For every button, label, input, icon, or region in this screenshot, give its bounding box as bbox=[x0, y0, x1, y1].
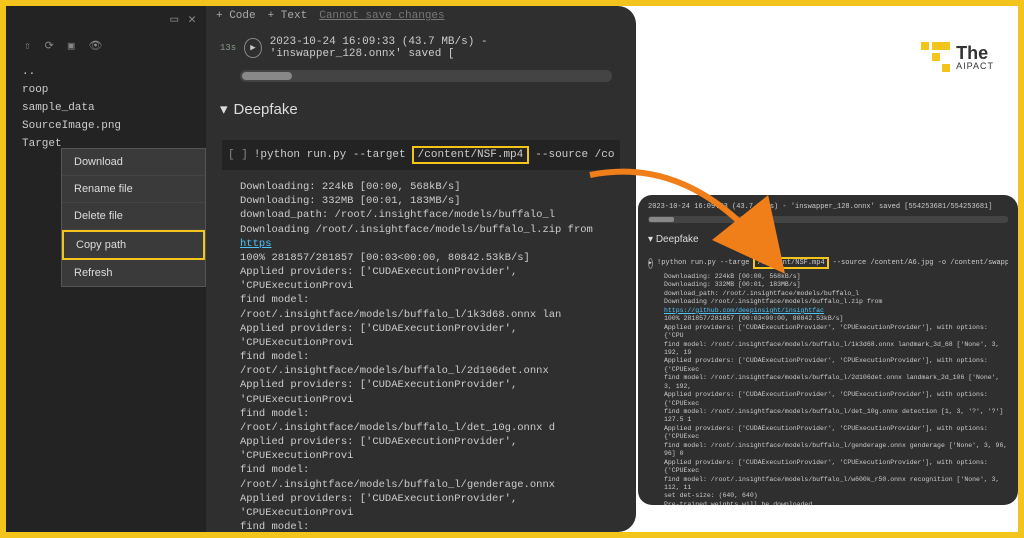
cell-code-post: --source /con... bbox=[535, 149, 614, 161]
menu-copy-path[interactable]: Copy path bbox=[62, 230, 205, 260]
menu-download[interactable]: Download bbox=[62, 149, 205, 176]
mini-section-title: ▾ Deepfake bbox=[648, 226, 1008, 253]
section-header: ▾ Deepfake bbox=[210, 86, 632, 132]
tree-item[interactable]: SourceImage.png bbox=[6, 117, 206, 135]
mini-code-pre: !python run.py --targe bbox=[657, 259, 749, 267]
cell-code-pre: !python run.py --target bbox=[254, 149, 406, 161]
file-tree: .. roop sample_data SourceImage.png Targ… bbox=[6, 59, 206, 157]
upload-icon[interactable]: ⇧ bbox=[24, 39, 31, 53]
mini-path-highlight: /content/NSF.mp4 bbox=[753, 257, 828, 269]
scrollbar[interactable] bbox=[240, 70, 612, 82]
minimize-icon[interactable]: ▭ bbox=[170, 12, 178, 27]
tree-item[interactable]: sample_data bbox=[6, 99, 206, 117]
mini-play-button[interactable]: ▶ bbox=[648, 258, 653, 269]
add-text-button[interactable]: + Text bbox=[268, 10, 308, 22]
mini-notebook-panel: 2023-10-24 16:09:33 (43.7 MB/s) - 'inswa… bbox=[638, 195, 1018, 505]
add-code-button[interactable]: + Code bbox=[216, 10, 256, 22]
run-status-text: 2023-10-24 16:09:33 (43.7 MB/s) - 'inswa… bbox=[270, 36, 622, 60]
mini-scrollbar[interactable] bbox=[648, 216, 1008, 223]
cell-indicator: [ ] bbox=[228, 149, 248, 161]
cell-output: Downloading: 224kB [00:00, 568kB/s]Downl… bbox=[210, 178, 632, 532]
mini-output: Downloading: 224kB [00:00, 568kB/s]Downl… bbox=[648, 273, 1008, 505]
mini-code-post: --source /content/A6.jpg -o /content/swa… bbox=[833, 259, 1008, 267]
eye-off-icon[interactable]: 👁 bbox=[88, 39, 102, 53]
section-title-text: Deepfake bbox=[234, 101, 298, 118]
logo: The AIPACT bbox=[921, 42, 994, 72]
refresh-icon[interactable]: ⟳ bbox=[45, 39, 54, 53]
mini-code-cell[interactable]: ▶ !python run.py --targe /content/NSF.mp… bbox=[648, 253, 1008, 273]
run-time: 13s bbox=[220, 43, 236, 53]
file-sidebar: ▭ ✕ ⇧ ⟳ ▣ 👁 .. roop sample_data SourceIm… bbox=[6, 6, 206, 532]
menu-rename[interactable]: Rename file bbox=[62, 176, 205, 203]
play-button[interactable]: ▶ bbox=[244, 38, 262, 58]
logo-text: The bbox=[956, 44, 994, 62]
mini-status: 2023-10-24 16:09:33 (43.7 MB/s) - 'inswa… bbox=[648, 201, 1008, 213]
tree-item[interactable]: .. bbox=[6, 63, 206, 81]
chevron-down-icon[interactable]: ▾ bbox=[220, 100, 228, 118]
mount-drive-icon[interactable]: ▣ bbox=[68, 39, 75, 53]
save-status: Cannot save changes bbox=[319, 10, 444, 22]
file-context-menu: Download Rename file Delete file Copy pa… bbox=[61, 148, 206, 287]
close-icon[interactable]: ✕ bbox=[188, 12, 196, 27]
logo-subtext: AIPACT bbox=[956, 62, 994, 71]
main-notebook-panel: ▭ ✕ ⇧ ⟳ ▣ 👁 .. roop sample_data SourceIm… bbox=[6, 6, 636, 532]
menu-refresh[interactable]: Refresh bbox=[62, 260, 205, 286]
menu-delete[interactable]: Delete file bbox=[62, 203, 205, 230]
logo-icon bbox=[921, 42, 950, 72]
code-cell[interactable]: [ ] !python run.py --target /content/NSF… bbox=[222, 140, 620, 170]
target-path-highlight: /content/NSF.mp4 bbox=[412, 146, 530, 164]
tree-item[interactable]: roop bbox=[6, 81, 206, 99]
